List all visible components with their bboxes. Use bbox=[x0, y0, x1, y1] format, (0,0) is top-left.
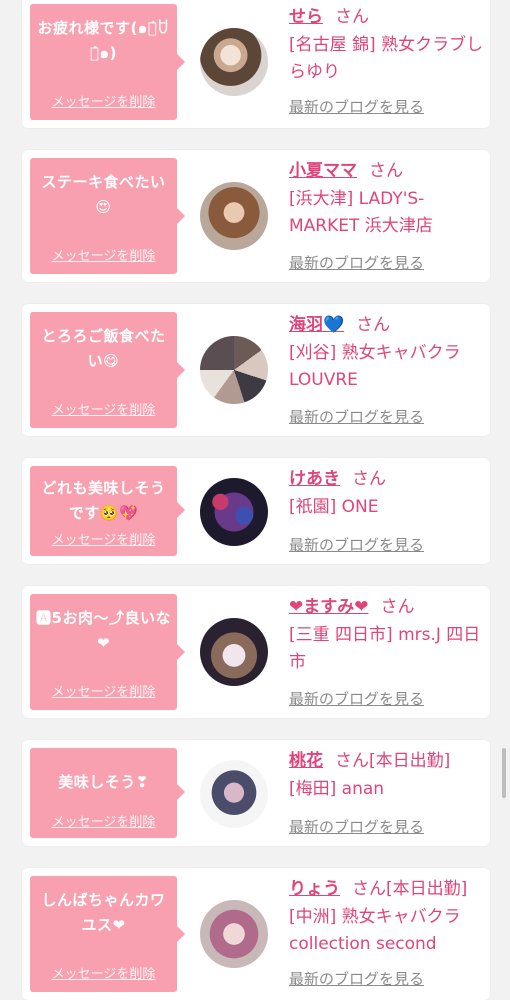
avatar[interactable] bbox=[200, 618, 268, 686]
message-text: 美味しそう❣ bbox=[58, 773, 149, 791]
user-name-link[interactable]: 桃花 bbox=[289, 751, 323, 771]
delete-message-link[interactable]: メッセージを削除 bbox=[30, 681, 177, 700]
name-suffix: さん bbox=[356, 315, 391, 335]
delete-message-link[interactable]: メッセージを削除 bbox=[30, 811, 177, 830]
shop-info: [梅田] anan bbox=[289, 779, 385, 799]
list-item: 美味しそう❣ メッセージを削除 桃花 さん[本日出勤] [梅田] anan 最新の… bbox=[22, 740, 490, 846]
shop-info: [浜大津] LADY'S-MARKET 浜大津店 bbox=[289, 189, 433, 236]
name-suffix: さん bbox=[369, 161, 403, 181]
user-name-link[interactable]: りょう bbox=[289, 879, 340, 899]
message-bubble[interactable]: ステーキ食べたい😍 メッセージを削除 bbox=[30, 158, 185, 274]
list-item: とろろご飯食べたい😋 メッセージを削除 海羽💙 さん [刈谷] 熟女キャバクラLO… bbox=[22, 304, 490, 436]
avatar[interactable] bbox=[200, 182, 268, 250]
message-bubble[interactable]: しんばちゃんカワユス❤ メッセージを削除 bbox=[30, 876, 185, 992]
list-item: ステーキ食べたい😍 メッセージを削除 小夏ママ さん [浜大津] LADY'S-M… bbox=[22, 150, 490, 282]
list-item: お疲れ様です(๑꒪̇ꇴ꒪̇๑) メッセージを削除 せら さん [名古屋 錦] 熟女… bbox=[22, 0, 490, 128]
list-item: 🅰5お肉〜⤴良いな❤ メッセージを削除 ❤ますみ❤ さん [三重 四日市] mrs… bbox=[22, 586, 490, 718]
message-text: しんばちゃんカワユス❤ bbox=[41, 891, 166, 934]
latest-blog-link[interactable]: 最新のブログを見る bbox=[289, 252, 424, 273]
shop-info: [中洲] 熟女キャバクラcollection second bbox=[289, 907, 461, 954]
latest-blog-link[interactable]: 最新のブログを見る bbox=[289, 968, 424, 989]
entry-info: けあき さん [祇園] ONE bbox=[289, 466, 489, 521]
message-text: 🅰5お肉〜⤴良いな❤ bbox=[36, 609, 171, 652]
delete-message-link[interactable]: メッセージを削除 bbox=[30, 529, 177, 548]
latest-blog-link[interactable]: 最新のブログを見る bbox=[289, 816, 424, 837]
list-item: しんばちゃんカワユス❤ メッセージを削除 りょう さん[本日出勤] [中洲] 熟女… bbox=[22, 868, 490, 1000]
message-list-page: お疲れ様です(๑꒪̇ꇴ꒪̇๑) メッセージを削除 せら さん [名古屋 錦] 熟女… bbox=[0, 0, 510, 1000]
entry-info: 桃花 さん[本日出勤] [梅田] anan bbox=[289, 748, 484, 803]
avatar[interactable] bbox=[200, 28, 268, 96]
shop-info: [祇園] ONE bbox=[289, 497, 379, 517]
entry-info: ❤ますみ❤ さん [三重 四日市] mrs.J 四日市 bbox=[289, 594, 489, 676]
user-name-link[interactable]: 小夏ママ bbox=[289, 161, 357, 181]
latest-blog-link[interactable]: 最新のブログを見る bbox=[289, 688, 424, 709]
user-name-link[interactable]: けあき bbox=[289, 469, 340, 489]
avatar[interactable] bbox=[200, 760, 268, 828]
avatar[interactable] bbox=[200, 900, 268, 968]
delete-message-link[interactable]: メッセージを削除 bbox=[30, 245, 177, 264]
delete-message-link[interactable]: メッセージを削除 bbox=[30, 963, 177, 982]
name-suffix: さん[本日出勤] bbox=[335, 751, 451, 771]
message-text: ステーキ食べたい😍 bbox=[41, 173, 166, 216]
message-bubble[interactable]: とろろご飯食べたい😋 メッセージを削除 bbox=[30, 312, 185, 428]
latest-blog-link[interactable]: 最新のブログを見る bbox=[289, 534, 424, 555]
avatar[interactable] bbox=[200, 336, 268, 404]
latest-blog-link[interactable]: 最新のブログを見る bbox=[289, 96, 424, 117]
user-name-link[interactable]: せら bbox=[289, 7, 323, 27]
entry-info: 小夏ママ さん [浜大津] LADY'S-MARKET 浜大津店 bbox=[289, 158, 489, 240]
shop-info: [三重 四日市] mrs.J 四日市 bbox=[289, 625, 481, 672]
user-name-link[interactable]: 海羽💙 bbox=[289, 315, 344, 335]
shop-info: [刈谷] 熟女キャバクラLOUVRE bbox=[289, 343, 461, 390]
entry-info: せら さん [名古屋 錦] 熟女クラブしらゆり bbox=[289, 4, 489, 86]
message-text: お疲れ様です(๑꒪̇ꇴ꒪̇๑) bbox=[37, 19, 170, 62]
entry-info: 海羽💙 さん [刈谷] 熟女キャバクラLOUVRE bbox=[289, 312, 489, 394]
entry-info: りょう さん[本日出勤] [中洲] 熟女キャバクラcollection secon… bbox=[289, 876, 484, 958]
shop-info: [名古屋 錦] 熟女クラブしらゆり bbox=[289, 35, 484, 82]
message-bubble[interactable]: お疲れ様です(๑꒪̇ꇴ꒪̇๑) メッセージを削除 bbox=[30, 4, 185, 120]
name-suffix: さん bbox=[352, 469, 386, 489]
message-bubble[interactable]: どれも美味しそうです🥺💖 メッセージを削除 bbox=[30, 466, 185, 556]
list-item: どれも美味しそうです🥺💖 メッセージを削除 けあき さん [祇園] ONE 最新の… bbox=[22, 458, 490, 564]
avatar[interactable] bbox=[200, 478, 268, 546]
latest-blog-link[interactable]: 最新のブログを見る bbox=[289, 406, 424, 427]
name-suffix: さん[本日出勤] bbox=[352, 879, 468, 899]
name-suffix: さん bbox=[380, 597, 415, 617]
name-suffix: さん bbox=[335, 7, 369, 27]
delete-message-link[interactable]: メッセージを削除 bbox=[30, 91, 177, 110]
delete-message-link[interactable]: メッセージを削除 bbox=[30, 399, 177, 418]
scrollbar[interactable] bbox=[502, 748, 506, 798]
user-name-link[interactable]: ❤ますみ❤ bbox=[289, 597, 369, 617]
message-text: どれも美味しそうです🥺💖 bbox=[41, 479, 166, 522]
message-bubble[interactable]: 🅰5お肉〜⤴良いな❤ メッセージを削除 bbox=[30, 594, 185, 710]
message-text: とろろご飯食べたい😋 bbox=[41, 327, 166, 370]
message-bubble[interactable]: 美味しそう❣ メッセージを削除 bbox=[30, 748, 185, 838]
